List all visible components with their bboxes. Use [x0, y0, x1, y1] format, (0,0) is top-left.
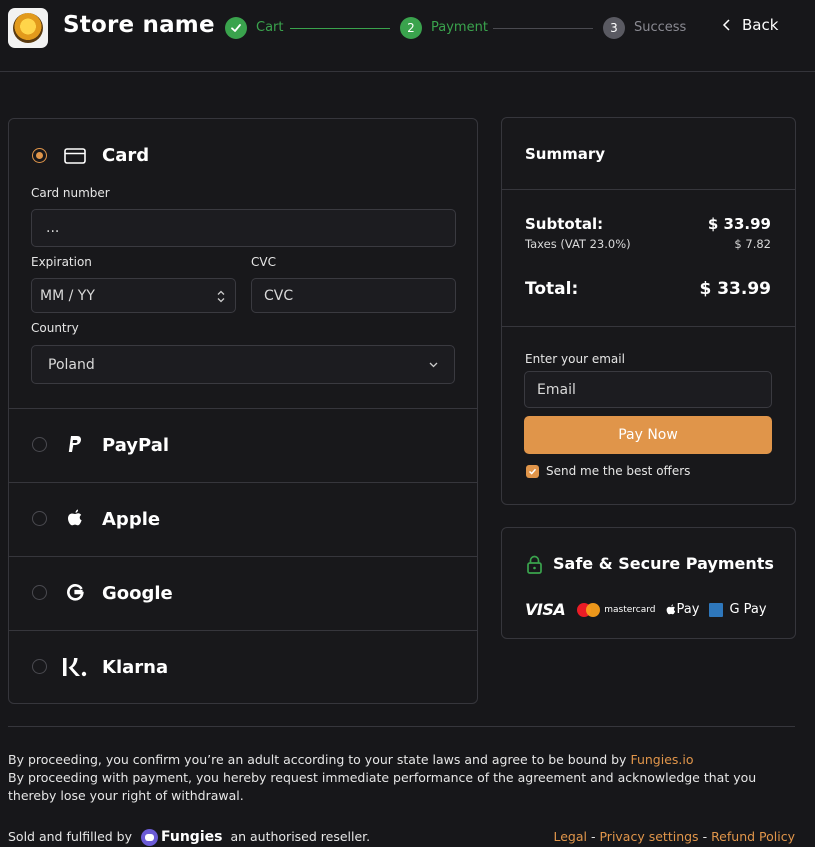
card-number-input[interactable]: ...: [31, 209, 456, 247]
cvc-input[interactable]: CVC: [251, 278, 456, 313]
expiration-input[interactable]: MM / YY: [31, 278, 236, 313]
link-separator: -: [590, 829, 596, 844]
amex-icon: [709, 602, 724, 617]
footer-divider: [8, 726, 795, 727]
google-label: Google: [102, 583, 173, 604]
klarna-icon: [63, 658, 87, 677]
google-radio[interactable]: [32, 585, 47, 600]
mastercard-label: mastercard: [604, 604, 656, 615]
check-icon: [528, 468, 537, 475]
subtotal-label: Subtotal:: [525, 215, 604, 233]
apple-label: Apple: [102, 509, 161, 530]
pay-now-button[interactable]: Pay Now: [524, 416, 772, 454]
footer-line2: By proceeding with payment, you hereby r…: [8, 770, 757, 803]
subtotal-value: $ 33.99: [707, 215, 771, 233]
google-icon: [67, 584, 84, 601]
taxes-value: $ 7.82: [734, 237, 771, 251]
apple-radio[interactable]: [32, 511, 47, 526]
payment-methods-panel: Card Card number ... Expiration MM / YY …: [8, 118, 478, 704]
updown-chevron-icon: [217, 290, 225, 303]
lock-icon: [527, 555, 542, 574]
apple-pay-label: Pay: [676, 602, 700, 617]
step-connector: [493, 28, 593, 29]
card-number-value: ...: [46, 220, 60, 236]
back-label: Back: [742, 16, 779, 34]
link-separator: -: [702, 829, 708, 844]
visa-logo: VISA: [525, 600, 566, 619]
expiration-label: Expiration: [31, 255, 92, 269]
card-number-label: Card number: [31, 186, 110, 200]
paypal-radio[interactable]: [32, 437, 47, 452]
secure-title: Safe & Secure Payments: [553, 554, 774, 573]
step-cart-check-icon: [225, 17, 247, 39]
footer-line1: By proceeding, you confirm you’re an adu…: [8, 751, 694, 769]
klarna-label: Klarna: [102, 657, 169, 678]
footer-links: Legal - Privacy settings - Refund Policy: [553, 828, 795, 846]
back-button[interactable]: Back: [722, 16, 778, 34]
email-label: Enter your email: [525, 352, 625, 366]
apple-icon: [68, 509, 82, 526]
paypal-icon: [68, 436, 82, 452]
email-placeholder: Email: [537, 381, 576, 398]
summary-title: Summary: [525, 145, 606, 163]
secure-payments-panel: Safe & Secure Payments: [501, 527, 796, 639]
footer-line1-text: By proceeding, you confirm you’re an adu…: [8, 752, 627, 767]
cvc-placeholder: CVC: [264, 287, 294, 304]
total-label: Total:: [525, 279, 579, 299]
card-radio[interactable]: [32, 148, 47, 163]
google-pay-logo: G Pay: [729, 602, 767, 617]
privacy-settings-link[interactable]: Privacy settings: [599, 829, 698, 844]
header: Store name Cart 2 Payment 3 Success Back: [0, 0, 815, 72]
store-logo-image: [13, 13, 43, 43]
payment-method-google[interactable]: Google: [9, 557, 477, 630]
divider: [502, 189, 795, 190]
step-success-number: 3: [603, 17, 625, 39]
credit-card-icon: [64, 148, 86, 164]
taxes-label: Taxes (VAT 23.0%): [525, 237, 631, 251]
sold-prefix: Sold and fulfilled by: [8, 829, 132, 844]
fungies-logo-icon: [141, 828, 158, 846]
step-connector: [290, 28, 390, 29]
offers-label: Send me the best offers: [546, 464, 691, 478]
step-payment-label: Payment: [431, 20, 488, 35]
payment-method-apple[interactable]: Apple: [9, 483, 477, 556]
paypal-label: PayPal: [102, 435, 170, 456]
mastercard-icon: [577, 602, 601, 617]
country-value: Poland: [48, 356, 95, 373]
chevron-down-icon: [429, 362, 438, 368]
apple-pay-logo: Pay: [666, 602, 700, 617]
apple-icon: [666, 603, 675, 614]
footer-sold: Sold and fulfilled by Fungies an authori…: [8, 828, 370, 846]
step-success-label: Success: [634, 20, 687, 35]
fungies-brand: Fungies: [161, 829, 223, 845]
country-label: Country: [31, 321, 79, 335]
cvc-label: CVC: [251, 255, 276, 269]
store-name: Store name: [63, 12, 215, 38]
divider: [502, 326, 795, 327]
payment-logos: VISA mastercard Pay G Pay: [525, 600, 767, 619]
payment-method-paypal[interactable]: PayPal: [9, 409, 477, 482]
step-cart-label[interactable]: Cart: [256, 20, 284, 35]
payment-method-klarna[interactable]: Klarna: [9, 631, 477, 704]
expiration-placeholder: MM / YY: [40, 287, 95, 304]
email-input[interactable]: Email: [524, 371, 772, 408]
country-select[interactable]: Poland: [31, 345, 455, 384]
store-logo[interactable]: [8, 8, 48, 48]
klarna-radio[interactable]: [32, 659, 47, 674]
chevron-left-icon: [722, 19, 730, 31]
legal-link[interactable]: Legal: [553, 829, 587, 844]
refund-policy-link[interactable]: Refund Policy: [711, 829, 795, 844]
sold-suffix: an authorised reseller.: [230, 829, 371, 844]
step-payment-number: 2: [400, 17, 422, 39]
offers-checkbox[interactable]: [526, 465, 539, 478]
card-label: Card: [102, 145, 150, 166]
fungies-link[interactable]: Fungies.io: [630, 752, 693, 767]
total-value: $ 33.99: [699, 279, 771, 299]
